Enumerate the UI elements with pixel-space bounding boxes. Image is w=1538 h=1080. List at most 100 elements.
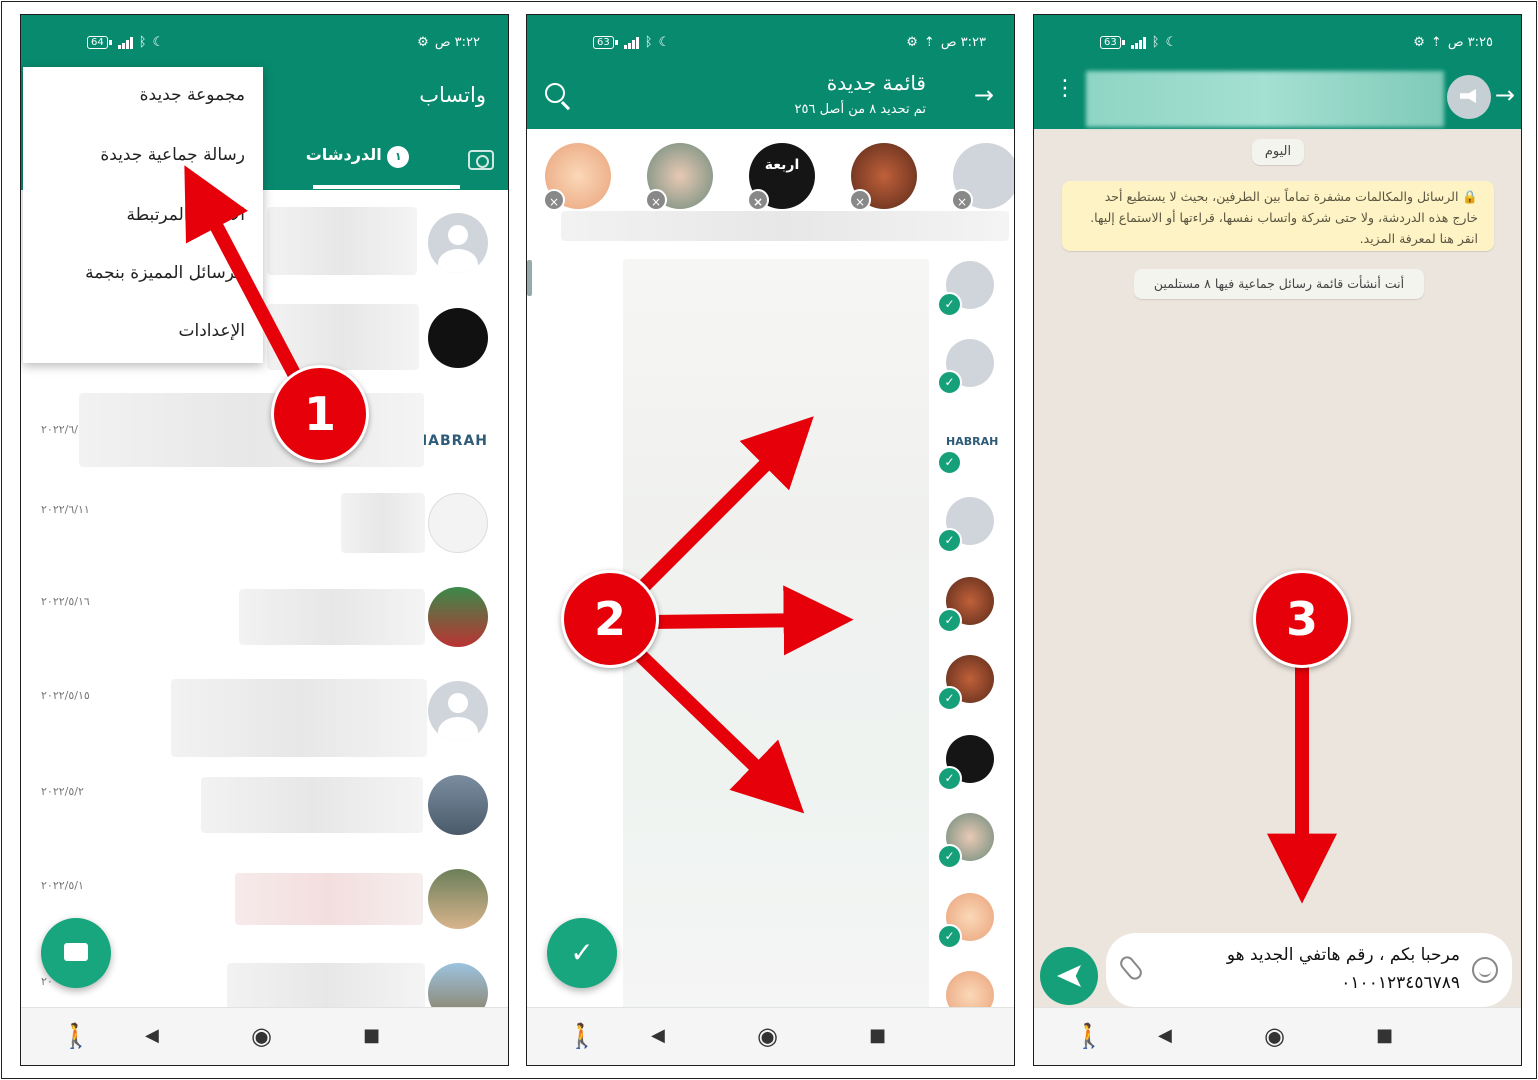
remove-icon[interactable]: × bbox=[849, 189, 871, 211]
brand-logo: HABRAH bbox=[946, 435, 999, 448]
check-icon: ✓ bbox=[937, 686, 962, 711]
encryption-notice[interactable]: 🔒 الرسائل والمكالمات مشفرة تماماً بين ال… bbox=[1062, 181, 1494, 251]
menu-item-settings[interactable]: الإعدادات bbox=[178, 321, 245, 341]
alarm-icon: ⚙ bbox=[1413, 35, 1425, 50]
message-text: مرحبا بكم ، رقم هاتفي الجديد هو ٠١٠٠١٢٣٤… bbox=[1227, 941, 1460, 997]
chat-row[interactable]: ٢٠٢٢/٥/١٥ bbox=[21, 679, 508, 773]
remove-icon[interactable]: × bbox=[543, 189, 565, 211]
nav-back-icon[interactable]: ◀ bbox=[145, 1022, 159, 1050]
contact-item[interactable]: ✓ bbox=[937, 735, 994, 791]
remove-icon[interactable]: × bbox=[747, 189, 769, 211]
message-line-2: ٠١٠٠١٢٣٤٥٦٧٨٩ bbox=[1341, 973, 1460, 993]
selected-contact[interactable]: × bbox=[645, 143, 713, 211]
selected-contact[interactable]: اربعة × bbox=[747, 143, 815, 211]
search-icon[interactable] bbox=[545, 83, 565, 103]
attach-icon[interactable] bbox=[1117, 953, 1145, 983]
accessibility-icon[interactable]: 🚶 bbox=[61, 1022, 91, 1050]
tab-chats-label: الدردشات bbox=[305, 145, 382, 164]
back-arrow-icon[interactable]: → bbox=[974, 81, 994, 109]
chat-row[interactable]: HABRAH ٢٠٢٢/٦/ bbox=[21, 393, 508, 487]
status-time: ٣:٢٥ ص bbox=[1447, 35, 1493, 50]
nav-recent-icon[interactable]: ■ bbox=[363, 1022, 380, 1050]
blurred-list-name[interactable] bbox=[1086, 71, 1444, 127]
check-icon: ✓ bbox=[937, 292, 962, 317]
tab-chats[interactable]: الدردشات ١ bbox=[287, 145, 432, 179]
chat-row[interactable]: ٢٠٢٢/٦/١١ bbox=[21, 493, 508, 587]
alarm-icon: ⚙ bbox=[906, 35, 918, 50]
lock-icon: 🔒 bbox=[1462, 189, 1478, 204]
android-nav-bar: 🚶 ◀ ◉ ■ bbox=[1034, 1007, 1521, 1065]
nav-home-icon[interactable]: ◉ bbox=[1264, 1022, 1285, 1050]
blurred-names bbox=[561, 211, 1009, 241]
new-chat-button[interactable] bbox=[41, 918, 111, 988]
check-icon: ✓ bbox=[937, 924, 962, 949]
status-bar: 63 ᛒ ☾ ٣:٢٥ ص ⇡ ⚙ bbox=[1034, 15, 1521, 65]
battery-icon: 63 bbox=[1100, 36, 1125, 49]
remove-icon[interactable]: × bbox=[645, 189, 667, 211]
blurred-chat-info bbox=[267, 304, 419, 370]
chat-date: ٢٠٢٢/٥/١٦ bbox=[41, 595, 90, 608]
scroll-indicator[interactable] bbox=[527, 260, 532, 296]
remove-icon[interactable]: × bbox=[951, 189, 973, 211]
brand-logo: HABRAH bbox=[415, 433, 488, 449]
moon-icon: ☾ bbox=[658, 35, 671, 50]
avatar bbox=[428, 213, 488, 273]
nav-recent-icon[interactable]: ■ bbox=[1376, 1022, 1393, 1050]
broadcast-avatar[interactable] bbox=[1447, 75, 1491, 119]
emoji-icon[interactable] bbox=[1472, 957, 1498, 983]
check-icon: ✓ bbox=[937, 844, 962, 869]
contact-item[interactable]: ✓ bbox=[937, 261, 994, 317]
accessibility-icon[interactable]: 🚶 bbox=[1074, 1022, 1104, 1050]
menu-item-new-broadcast[interactable]: رسالة جماعية جديدة bbox=[100, 145, 245, 165]
nav-recent-icon[interactable]: ■ bbox=[869, 1022, 886, 1050]
accessibility-icon[interactable]: 🚶 bbox=[567, 1022, 597, 1050]
chat-date: ٢٠٢٢/٦/١١ bbox=[41, 503, 90, 516]
more-options-icon[interactable]: ⋮ bbox=[1054, 78, 1076, 100]
send-button[interactable] bbox=[1040, 947, 1098, 1005]
blurred-contact-names bbox=[623, 259, 929, 1021]
avatar bbox=[428, 775, 488, 835]
status-bar: 64 ᛒ ☾ ٣:٢٢ ص ⚙ bbox=[21, 15, 508, 65]
avatar bbox=[428, 869, 488, 929]
check-icon: ✓ bbox=[937, 608, 962, 633]
nav-home-icon[interactable]: ◉ bbox=[251, 1022, 272, 1050]
chat-row[interactable]: ٢٠٢٢/٥/٢ bbox=[21, 775, 508, 869]
menu-item-linked-devices[interactable]: الأجهزة المرتبطة bbox=[127, 205, 246, 225]
phone-screen-chats-menu: 64 ᛒ ☾ ٣:٢٢ ص ⚙ واتساب الدردشات ١ مجموعة… bbox=[20, 14, 509, 1066]
menu-item-new-group[interactable]: مجموعة جديدة bbox=[140, 85, 245, 105]
menu-item-starred-messages[interactable]: الرسائل المميزة بنجمة bbox=[85, 263, 245, 283]
selected-contact[interactable]: × bbox=[543, 143, 611, 211]
camera-icon[interactable] bbox=[468, 150, 494, 170]
contact-item[interactable]: ✓ bbox=[937, 577, 994, 633]
contact-item[interactable]: ✓ bbox=[937, 339, 994, 395]
battery-icon: 64 bbox=[87, 36, 112, 49]
blurred-chat-info bbox=[79, 393, 424, 467]
step-badge-2: 2 bbox=[561, 570, 659, 668]
contact-item[interactable]: ✓ bbox=[937, 655, 994, 711]
chat-date: ٢٠٢٢/٦/ bbox=[41, 423, 78, 436]
nav-home-icon[interactable]: ◉ bbox=[757, 1022, 778, 1050]
tab-indicator bbox=[313, 185, 460, 189]
message-input[interactable]: مرحبا بكم ، رقم هاتفي الجديد هو ٠١٠٠١٢٣٤… bbox=[1106, 933, 1512, 1007]
signal-icon bbox=[623, 36, 639, 49]
nav-back-icon[interactable]: ◀ bbox=[651, 1022, 665, 1050]
contact-item[interactable]: ✓ bbox=[937, 893, 994, 949]
chat-icon bbox=[64, 943, 88, 961]
system-message: أنت أنشأت قائمة رسائل جماعية فيها ٨ مستل… bbox=[1134, 269, 1424, 299]
blurred-chat-info bbox=[267, 207, 417, 275]
chat-row[interactable]: ٢٠٢٢/٥/١٦ bbox=[21, 585, 508, 679]
contact-item[interactable]: ✓ bbox=[937, 813, 994, 869]
nav-back-icon[interactable]: ◀ bbox=[1158, 1022, 1172, 1050]
selected-contact[interactable]: × bbox=[951, 143, 1014, 211]
contact-item[interactable]: HABRAH ✓ bbox=[937, 419, 998, 475]
blurred-chat-info bbox=[341, 493, 425, 553]
blurred-chat-info bbox=[201, 777, 423, 833]
blurred-chat-info bbox=[227, 963, 425, 1013]
phone-screen-new-list: 63 ᛒ ☾ ٣:٢٣ ص ⇡ ⚙ قائمة جديدة تم تحديد ٨… bbox=[526, 14, 1015, 1066]
confirm-button[interactable]: ✓ bbox=[547, 918, 617, 988]
moon-icon: ☾ bbox=[152, 35, 165, 50]
contact-item[interactable]: ✓ bbox=[937, 497, 994, 553]
app-title: واتساب bbox=[419, 83, 486, 107]
selected-contact[interactable]: × bbox=[849, 143, 917, 211]
back-arrow-icon[interactable]: → bbox=[1495, 81, 1515, 109]
